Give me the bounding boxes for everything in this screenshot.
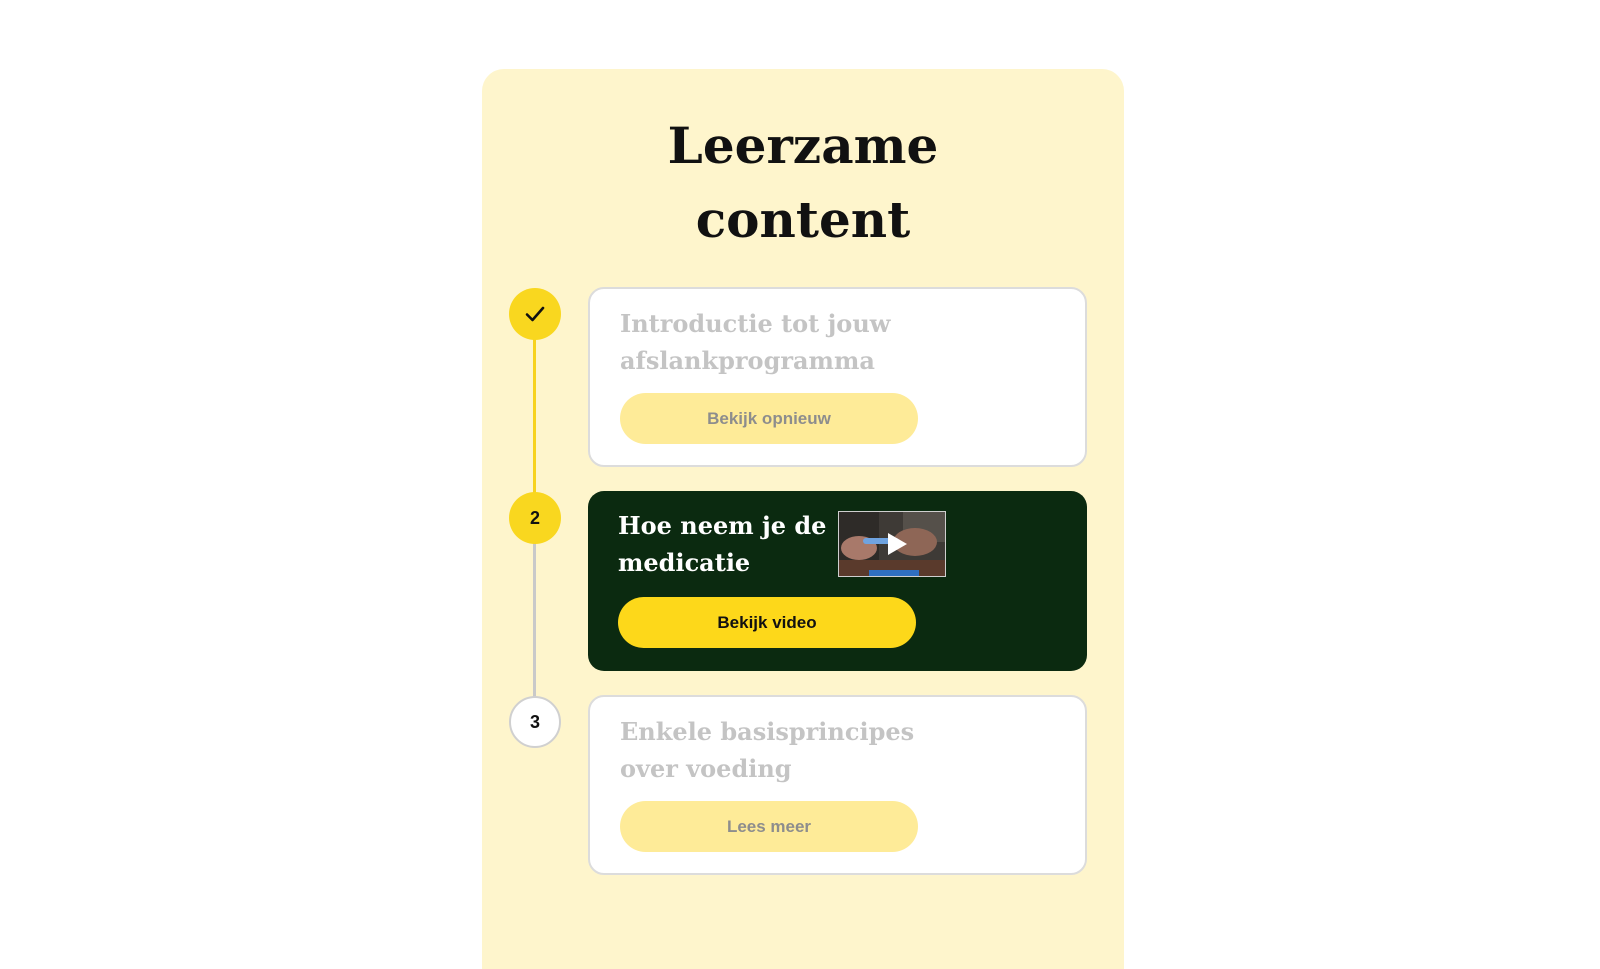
lesson-card-nutrition: Enkele basisprincipes over voeding Lees … bbox=[588, 695, 1087, 875]
watch-video-button[interactable]: Bekijk video bbox=[618, 597, 916, 648]
section-title: Leerzame content bbox=[482, 109, 1124, 257]
read-more-button[interactable]: Lees meer bbox=[620, 801, 918, 852]
section-title-line-2: content bbox=[695, 190, 911, 249]
step-1-marker bbox=[509, 288, 561, 340]
lesson-title: Hoe neem je de medicatie bbox=[618, 511, 827, 577]
video-thumbnail[interactable] bbox=[838, 511, 946, 577]
step-2-marker: 2 bbox=[509, 492, 561, 544]
rewatch-button[interactable]: Bekijk opnieuw bbox=[620, 393, 918, 444]
lesson-card-intro: Introductie tot jouw afslankprogramma Be… bbox=[588, 287, 1087, 467]
play-icon bbox=[888, 533, 907, 555]
learning-content-panel: Leerzame content 2 3 Introductie tot jou… bbox=[482, 69, 1124, 969]
step-3-marker: 3 bbox=[509, 696, 561, 748]
lesson-title: Enkele basisprincipes over voeding bbox=[620, 717, 915, 783]
check-icon bbox=[525, 306, 545, 322]
lesson-card-medication: Hoe neem je de medicatie Bekijk video bbox=[588, 491, 1087, 671]
lesson-title: Introductie tot jouw afslankprogramma bbox=[620, 309, 891, 375]
section-title-line-1: Leerzame bbox=[667, 116, 939, 175]
